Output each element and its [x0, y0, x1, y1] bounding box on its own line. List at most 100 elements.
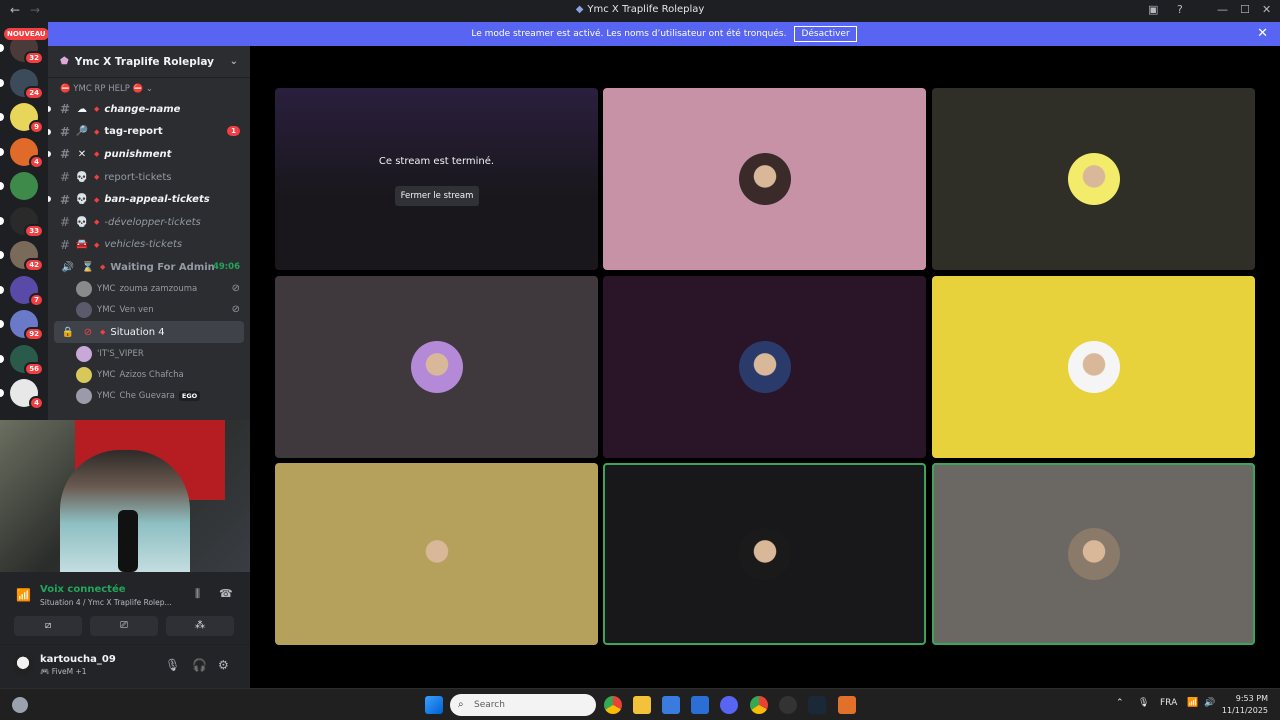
- chevron-down-icon: ⌄: [145, 84, 153, 94]
- voice-status[interactable]: Voix connectée: [40, 584, 126, 595]
- volume-icon[interactable]: 🔊: [1204, 698, 1215, 708]
- hash-icon: #: [60, 215, 71, 230]
- avatar[interactable]: [12, 654, 34, 676]
- no-entry-icon: ⊘: [83, 326, 93, 338]
- channel-item[interactable]: # ✕ ◆ punishment: [48, 143, 250, 166]
- inbox-icon[interactable]: ▣: [1148, 3, 1158, 16]
- gear-icon[interactable]: ⚙: [218, 658, 229, 672]
- headphones-icon[interactable]: 🎧: [192, 658, 207, 672]
- chrome-icon[interactable]: [604, 696, 622, 714]
- voice-user[interactable]: YMC zouma zamzouma ⊘: [48, 279, 250, 300]
- channel-category[interactable]: ⛔ YMC RP HELP ⛔ ⌄: [48, 78, 250, 98]
- server-icon[interactable]: 9: [0, 103, 44, 134]
- camera-off-button[interactable]: ⧄: [14, 616, 82, 636]
- microphone-tray-icon[interactable]: 🎙: [1138, 698, 1149, 708]
- unread-pip: [48, 128, 51, 135]
- participant-tile[interactable]: [275, 463, 598, 645]
- server-icon[interactable]: 33: [0, 206, 44, 238]
- discord-taskbar-icon[interactable]: [720, 696, 738, 714]
- steam-icon[interactable]: [808, 696, 826, 714]
- voice-channel-name: Situation 4: [110, 326, 165, 338]
- server-icon[interactable]: 24: [0, 68, 44, 100]
- clock[interactable]: 9:53 PM 11/11/2025: [1222, 693, 1268, 717]
- participant-tile[interactable]: [603, 88, 926, 270]
- channel-item[interactable]: # 💀 ◆ -développer-tickets: [48, 211, 250, 234]
- participant-tile[interactable]: [932, 463, 1255, 645]
- chrome-icon[interactable]: [750, 696, 768, 714]
- weather-icon[interactable]: [12, 697, 28, 713]
- disconnect-icon[interactable]: ☎: [219, 587, 233, 600]
- server-icon[interactable]: 4: [0, 137, 44, 169]
- participant-tile[interactable]: [932, 276, 1255, 458]
- avatar: [76, 366, 92, 383]
- unread-pill: [0, 216, 4, 225]
- server-icon[interactable]: 56: [0, 344, 44, 376]
- start-icon[interactable]: [425, 696, 443, 714]
- window-title-container: ◆ Ymc X Traplife Roleplay: [0, 4, 1280, 15]
- microphone-icon[interactable]: 🎙: [165, 658, 180, 672]
- disable-streamer-button[interactable]: Désactiver: [794, 26, 857, 42]
- diamond-icon: ◆: [94, 173, 100, 182]
- wifi-icon[interactable]: 📶: [1187, 698, 1198, 708]
- server-header[interactable]: ⬟ Ymc X Traplife Roleplay ⌄: [48, 46, 250, 78]
- voice-channel-situation[interactable]: 🔒 ⊘ ◆ Situation 4: [54, 320, 244, 344]
- server-icon[interactable]: 42: [0, 241, 44, 272]
- fivem-icon[interactable]: [838, 696, 856, 714]
- user-prefix: YMC: [97, 284, 116, 295]
- participant-tile[interactable]: [603, 276, 926, 458]
- voice-channel-waiting[interactable]: 🔊 ⌛ ◆ Waiting For Admin 49:06: [48, 256, 250, 279]
- screen-share-button[interactable]: ⎚: [90, 616, 158, 636]
- server-icon[interactable]: 4: [0, 379, 44, 410]
- search-icon: ⌕: [458, 699, 464, 710]
- ended-stream-tile[interactable]: Ce stream est terminé. Fermer le stream: [275, 88, 598, 270]
- banner-close-icon[interactable]: ✕: [1257, 26, 1268, 41]
- clock-time: 9:53 PM: [1235, 694, 1268, 703]
- username[interactable]: kartoucha_09: [40, 654, 116, 665]
- channel-item[interactable]: # 🔎 ◆ tag-report 1: [48, 121, 250, 144]
- user-name: 'IT'S_VIPER: [97, 348, 144, 359]
- language-indicator[interactable]: FRA: [1160, 698, 1177, 708]
- voice-user[interactable]: YMC Ven ven ⊘: [48, 300, 250, 321]
- hash-icon: #: [60, 170, 71, 185]
- obs-icon[interactable]: [779, 696, 797, 714]
- no-entry-icon: ⛔: [132, 84, 144, 94]
- channel-item[interactable]: # 🚘 ◆ vehicles-tickets: [48, 234, 250, 257]
- speaker-icon: 🔊: [61, 261, 75, 273]
- store-icon[interactable]: [662, 696, 680, 714]
- channel-item[interactable]: # 💀 ◆ ban-appeal-tickets: [48, 188, 250, 211]
- server-icon[interactable]: [0, 172, 38, 200]
- server-icon[interactable]: 7: [0, 275, 44, 307]
- voice-user[interactable]: YMC Che Guevara EGO: [48, 385, 250, 406]
- channel-emoji-icon: 💀: [75, 216, 89, 228]
- voice-user[interactable]: 'IT'S_VIPER: [48, 343, 250, 364]
- avatar: [738, 341, 791, 393]
- channel-emoji-icon: ✕: [77, 148, 87, 160]
- channel-item[interactable]: # 💀 ◆ report-tickets: [48, 166, 250, 189]
- mail-icon[interactable]: [691, 696, 709, 714]
- chevron-down-icon[interactable]: ⌄: [230, 56, 238, 67]
- signal-icon: 📶: [16, 588, 31, 602]
- noise-suppression-icon[interactable]: ⫼: [195, 587, 200, 601]
- close-stream-button[interactable]: Fermer le stream: [395, 186, 479, 206]
- participant-tile[interactable]: [932, 88, 1255, 270]
- taskbar-search[interactable]: ⌕ Search: [450, 694, 596, 716]
- participant-tile[interactable]: [275, 276, 598, 458]
- minimize-button[interactable]: —: [1217, 3, 1228, 16]
- help-icon[interactable]: ?: [1177, 3, 1183, 16]
- channel-item[interactable]: # ☁ ◆ change-name: [48, 98, 250, 121]
- file-explorer-icon[interactable]: [633, 696, 651, 714]
- activities-button[interactable]: ⁂: [166, 616, 234, 636]
- server-icon[interactable]: 92: [0, 310, 44, 341]
- close-window-button[interactable]: ✕: [1262, 3, 1271, 16]
- participant-tile[interactable]: [603, 463, 926, 645]
- search-placeholder: Search: [474, 700, 505, 710]
- maximize-button[interactable]: ☐: [1240, 3, 1250, 16]
- clock-date: 11/11/2025: [1221, 706, 1268, 715]
- voice-user[interactable]: YMC Azizos Chafcha: [48, 364, 250, 385]
- channel-name: change-name: [104, 103, 181, 115]
- voice-channel-path[interactable]: Situation 4 / Ymc X Traplife Rolep...: [40, 598, 172, 607]
- voice-stage: Ce stream est terminé. Fermer le stream: [250, 46, 1280, 688]
- microphone: [118, 510, 138, 572]
- hash-icon: #: [60, 147, 71, 162]
- chevron-up-icon[interactable]: ⌃: [1116, 698, 1124, 708]
